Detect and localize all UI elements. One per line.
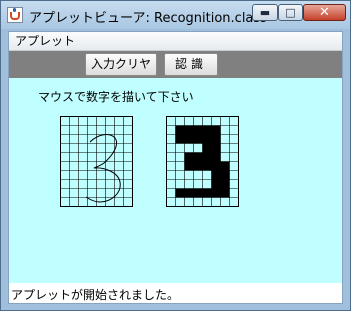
status-bar: アプレットが開始されました。 <box>9 283 342 303</box>
recognize-button[interactable]: 認識 <box>164 53 218 76</box>
filled-cell <box>202 152 212 162</box>
filled-cell <box>193 134 203 144</box>
menu-bar: アプレット <box>9 32 342 51</box>
filled-cell <box>202 188 212 198</box>
filled-cell <box>184 152 194 162</box>
filled-cell <box>175 125 185 135</box>
filled-cell <box>202 161 212 171</box>
filled-cell <box>193 152 203 162</box>
drawing-canvas-area: マウスで数字を描いて下さい <box>9 78 342 283</box>
close-button[interactable]: ✕ <box>303 4 346 21</box>
filled-cell <box>220 179 230 189</box>
button-panel: 入力クリヤ 認識 <box>9 51 342 78</box>
status-text: アプレットが開始されました。 <box>11 288 180 302</box>
filled-cell <box>202 143 212 153</box>
filled-cell <box>202 134 212 144</box>
filled-cell <box>211 188 221 198</box>
maximize-button[interactable]: □ <box>278 4 303 21</box>
filled-cell <box>193 125 203 135</box>
clear-input-button[interactable]: 入力クリヤ <box>85 53 157 76</box>
filled-cell <box>220 161 230 171</box>
instruction-label: マウスで数字を描いて下さい <box>38 90 194 104</box>
applet-viewer-window: アプレットビューア: Recognition.class ▬ □ ✕ アプレット… <box>0 0 351 311</box>
filled-cell <box>211 179 221 189</box>
window-title: アプレットビューア: Recognition.class <box>29 11 267 26</box>
applet-client-area: アプレット 入力クリヤ 認識 マウスで数字を描いて下さい アプレットが開始されま… <box>8 31 343 304</box>
java-app-icon[interactable] <box>7 7 23 23</box>
filled-cell <box>211 161 221 171</box>
filled-cell <box>184 161 194 171</box>
input-drawing-grid[interactable] <box>60 116 133 207</box>
filled-cell <box>211 143 221 153</box>
filled-cell <box>184 134 194 144</box>
filled-cell <box>184 188 194 198</box>
minimize-button[interactable]: ▬ <box>252 4 278 21</box>
filled-cell <box>211 125 221 135</box>
recognition-result-grid <box>166 116 239 207</box>
filled-cell <box>211 134 221 144</box>
filled-cell <box>175 134 185 144</box>
filled-cell <box>184 125 194 135</box>
filled-cell <box>193 188 203 198</box>
filled-cell <box>220 170 230 180</box>
filled-cell <box>211 170 221 180</box>
filled-cell <box>202 125 212 135</box>
title-bar[interactable]: アプレットビューア: Recognition.class ▬ □ ✕ <box>1 1 350 29</box>
filled-cell <box>175 188 185 198</box>
menu-applet[interactable]: アプレット <box>12 33 78 49</box>
filled-cell <box>211 152 221 162</box>
filled-cell <box>193 161 203 171</box>
filled-cell <box>220 188 230 198</box>
